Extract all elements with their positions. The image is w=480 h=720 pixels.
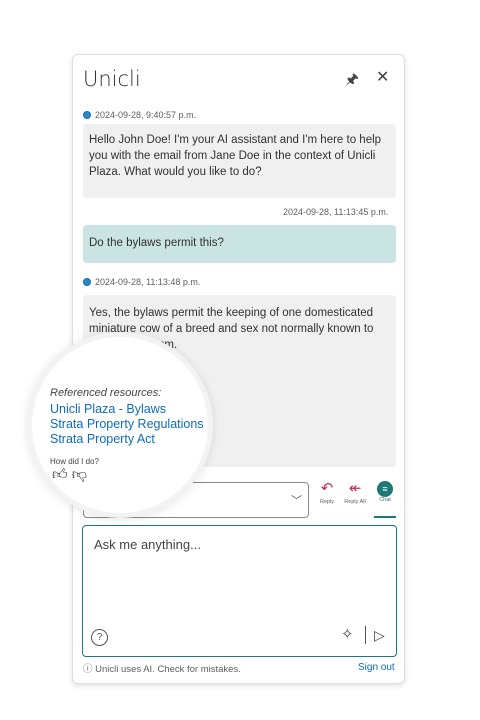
user-message: Do the bylaws permit this? [83, 225, 396, 263]
reference-link[interactable]: Strata Property Act [50, 432, 155, 446]
sign-out-link[interactable]: Sign out [358, 662, 395, 673]
reference-link[interactable]: Unicli Plaza - Bylaws [50, 402, 166, 416]
ask-input[interactable]: Ask me anything... ? ✧ ▷ [82, 525, 397, 657]
reply-button[interactable]: ↶ Reply [314, 479, 340, 505]
close-icon[interactable]: ✕ [376, 67, 389, 87]
sparkle-prompt-icon[interactable]: ✧ [341, 625, 354, 643]
thumbs-down-icon[interactable]: 👎︎ [72, 466, 91, 483]
app-title: Unicli [83, 67, 141, 91]
chat-button[interactable]: ≡ Chat [372, 479, 398, 503]
reply-icon: ↶ [320, 480, 334, 497]
references-title: Referenced resources: [50, 387, 162, 399]
ask-input-placeholder: Ask me anything... [94, 537, 201, 552]
feedback-buttons: 👍︎👎︎ [52, 466, 91, 484]
message-timestamp: 2024-09-28, 11:13:48 p.m. [83, 277, 200, 287]
feedback-label: How did I do? [50, 457, 99, 466]
divider [365, 626, 366, 644]
ai-disclaimer: ⓘ Unicli uses AI. Check for mistakes. [83, 664, 241, 675]
assistant-avatar-icon [83, 111, 91, 119]
thumbs-up-icon[interactable]: 👍︎ [52, 466, 72, 483]
reply-all-button[interactable]: ↞ Reply All [342, 479, 368, 505]
send-icon[interactable]: ▷ [374, 627, 385, 644]
assistant-message: Hello John Doe! I'm your AI assistant an… [83, 124, 396, 198]
pin-icon[interactable]: 🖈︎ [345, 69, 359, 94]
chat-tab-underline [374, 516, 396, 518]
assistant-avatar-icon [83, 278, 91, 286]
magnifier-callout: Referenced resources: Unicli Plaza - Byl… [32, 337, 208, 513]
chat-icon: ≡ [377, 481, 393, 497]
help-icon[interactable]: ? [91, 629, 108, 646]
message-timestamp: 2024-09-28, 9:40:57 p.m. [83, 110, 196, 120]
reference-link[interactable]: Strata Property Regulations [50, 417, 204, 431]
chevron-down-icon: ﹀ [291, 495, 302, 507]
message-timestamp: 2024-09-28, 11:13:45 p.m. [283, 207, 389, 217]
reply-all-icon: ↞ [348, 480, 362, 497]
